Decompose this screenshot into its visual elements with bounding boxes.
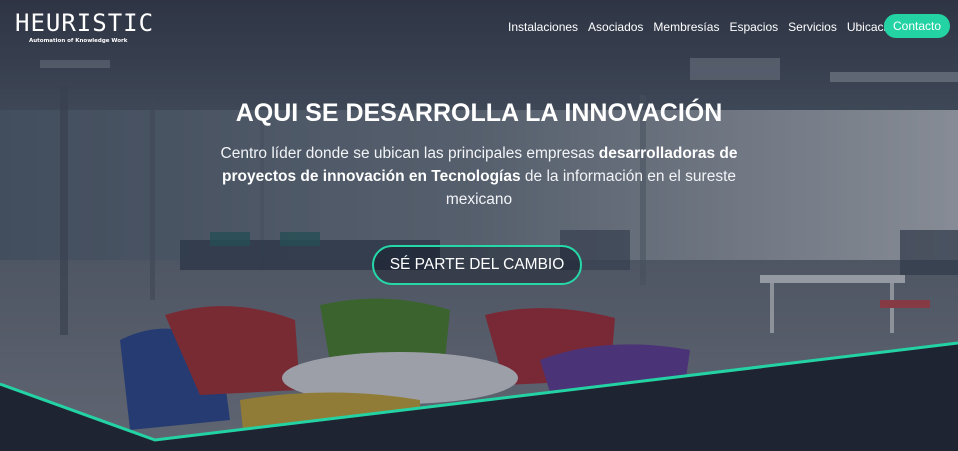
hero-background-image (0, 0, 958, 451)
hero-headline: AQUI SE DESARROLLA LA INNOVACIÓN (235, 99, 723, 127)
nav-item-instalaciones[interactable]: Instalaciones (508, 19, 578, 35)
hero-subtitle: Centro líder donde se ubican las princip… (214, 142, 744, 211)
contact-button[interactable]: Contacto (884, 14, 950, 38)
top-navigation-bar: HEURISTIC Automation of Knowledge Work I… (0, 0, 958, 52)
hero-subtitle-text-1: Centro líder donde se ubican las princip… (220, 145, 599, 162)
nav-item-espacios[interactable]: Espacios (729, 19, 778, 35)
nav-item-servicios[interactable]: Servicios (788, 19, 837, 35)
nav-item-membresias[interactable]: Membresías (653, 19, 719, 35)
brand-logo[interactable]: HEURISTIC Automation of Knowledge Work (15, 10, 153, 48)
hero-section: HEURISTIC Automation of Knowledge Work I… (0, 0, 958, 451)
nav-menu: Instalaciones Asociados Membresías Espac… (508, 19, 910, 35)
brand-tagline: Automation of Knowledge Work (29, 38, 128, 44)
nav-item-asociados[interactable]: Asociados (588, 19, 643, 35)
brand-name: HEURISTIC (15, 9, 155, 37)
join-change-button[interactable]: SÉ PARTE DEL CAMBIO (372, 245, 582, 285)
